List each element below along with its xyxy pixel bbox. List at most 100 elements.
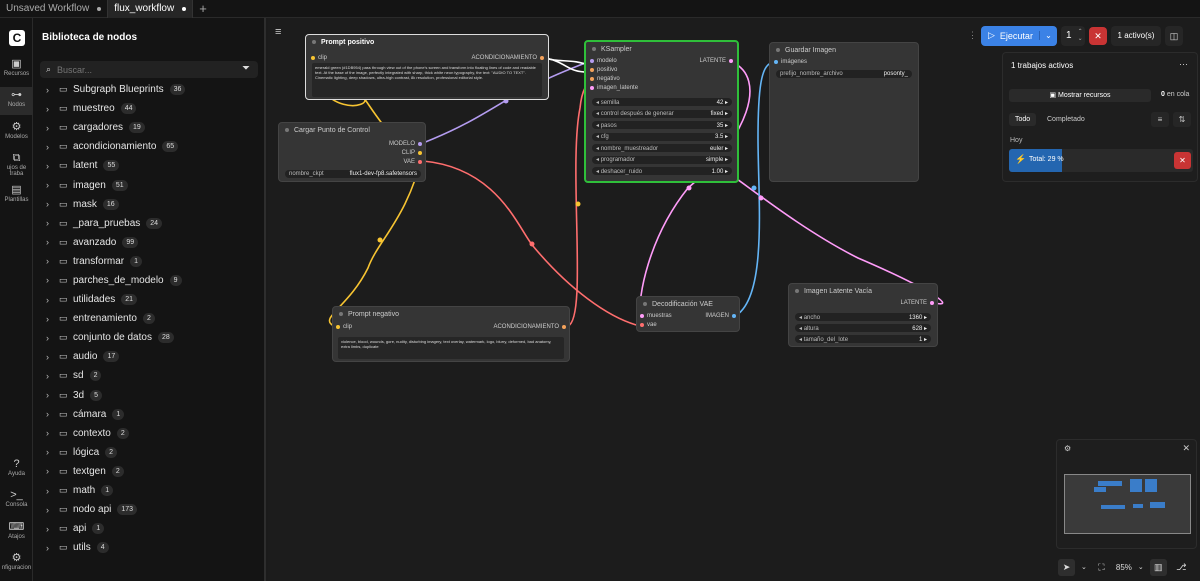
output-latent[interactable]: LATENTE (900, 300, 934, 306)
ksampler-widget[interactable]: ◂ deshacer_ruido 1.00 ▸ (592, 167, 732, 175)
output-vae[interactable]: VAE (403, 159, 422, 165)
ksampler-widget[interactable]: ◂ programador simple ▸ (592, 155, 732, 164)
tree-item[interactable]: › ▭ cámara 1 (33, 405, 266, 424)
sidebar-nodes[interactable]: ⊶ Nodos (0, 87, 33, 115)
tree-item[interactable]: › ▭ mask 16 (33, 195, 266, 214)
more-options-icon[interactable]: ⋯ (1179, 59, 1188, 70)
add-tab-icon[interactable]: + (193, 1, 213, 16)
input-latent-image[interactable]: imagen_latente (590, 85, 638, 91)
filter-list-icon[interactable]: ≡ (1151, 112, 1169, 127)
sidebar-console[interactable]: >_ Consola (0, 489, 33, 508)
tree-item[interactable]: › ▭ api 1 (33, 519, 266, 538)
node-prompt-negativo[interactable]: Prompt negativo clip ACONDICIONAMIENTO v… (332, 306, 570, 362)
node-ksampler[interactable]: KSampler modelo positivo negativo imagen… (584, 40, 739, 183)
tree-item[interactable]: › ▭ lógica 2 (33, 443, 266, 462)
tree-item[interactable]: › ▭ contexto 2 (33, 424, 266, 443)
sidebar-shortcuts[interactable]: ⌨ Atajos (0, 521, 33, 540)
minimap[interactable]: ⚙ ✕ (1056, 439, 1197, 549)
chevron-down-icon[interactable]: ⌄ (1039, 31, 1057, 40)
input-positive[interactable]: positivo (590, 67, 617, 73)
tree-item[interactable]: › ▭ audio 17 (33, 347, 266, 366)
input-negative[interactable]: negativo (590, 76, 620, 82)
zoom-level[interactable]: 85% (1116, 563, 1132, 572)
latent-widget[interactable]: ◂ tamaño_del_lote 1 ▸ (795, 335, 931, 343)
settings-sliders-icon[interactable]: ⚙ (1064, 444, 1071, 453)
output-clip[interactable]: CLIP (402, 150, 422, 156)
ksampler-widget[interactable]: ◂ control después de generar fixed ▸ (592, 109, 732, 118)
node-prompt-positivo[interactable]: Prompt positivo clip ACONDICIONAMIENTO e… (305, 34, 549, 100)
input-images[interactable]: imágenes (774, 59, 807, 65)
tree-item[interactable]: › ▭ utils 4 (33, 538, 266, 557)
node-checkpoint-loader[interactable]: Cargar Punto de Control MODELO CLIP VAE … (278, 122, 426, 182)
prompt-text[interactable]: violence, blood, wounds, gore, nudity, d… (338, 337, 564, 359)
node-save-image[interactable]: Guardar Imagen imágenes prefijo_nombre_a… (769, 42, 919, 182)
batch-count-input[interactable]: 1 ⌃ ⌄ (1061, 25, 1085, 46)
tree-item[interactable]: › ▭ imagen 51 (33, 175, 266, 194)
run-button[interactable]: ▷ Ejecutar ⌄ (981, 25, 1057, 46)
latent-widget[interactable]: ◂ ancho 1360 ▸ (795, 313, 931, 321)
tree-item[interactable]: › ▭ Subgraph Blueprints 36 (33, 80, 266, 99)
drag-handle-icon[interactable]: ⋮ (968, 30, 977, 41)
pointer-icon[interactable]: ➤ (1058, 558, 1075, 576)
tree-item[interactable]: › ▭ parches_de_modelo 9 (33, 271, 266, 290)
toggle-panel-icon[interactable]: ◫ (1165, 25, 1183, 46)
sidebar-settings[interactable]: ⚙ nfiguracion (0, 552, 33, 571)
tree-item[interactable]: › ▭ cargadores 19 (33, 118, 266, 137)
output-conditioning[interactable]: ACONDICIONAMIENTO (471, 55, 544, 61)
output-model[interactable]: MODELO (389, 141, 422, 147)
close-icon[interactable]: ✕ (1182, 443, 1190, 454)
tree-item[interactable]: › ▭ entrenamiento 2 (33, 309, 266, 328)
ksampler-widget[interactable]: ◂ nombre_muestreador euler ▸ (592, 144, 732, 152)
sidebar-resources[interactable]: ▣ Recursos (0, 58, 33, 77)
ckpt-name-widget[interactable]: nombre_ckpt flux1-dev-fp8.safetensors (285, 170, 421, 178)
input-vae[interactable]: vae (640, 322, 657, 328)
chevron-down-icon[interactable]: ⌄ (1138, 563, 1144, 571)
link-visibility-icon[interactable]: ⎇ (1173, 559, 1190, 576)
sidebar-models[interactable]: ⚙ Modelos (0, 121, 33, 140)
search-input[interactable] (57, 64, 228, 75)
sidebar-workflows[interactable]: ⧉ ujos de traba (0, 152, 33, 177)
filter-icon[interactable]: ⏷ (242, 63, 250, 74)
latent-widget[interactable]: ◂ altura 628 ▸ (795, 324, 931, 332)
tree-item[interactable]: › ▭ _para_pruebas 24 (33, 214, 266, 233)
tree-item[interactable]: › ▭ 3d 5 (33, 386, 266, 405)
active-jobs-button[interactable]: 1 activo(s) (1111, 25, 1161, 46)
tree-item[interactable]: › ▭ transformar 1 (33, 252, 266, 271)
tree-item[interactable]: › ▭ utilidades 21 (33, 290, 266, 309)
sidebar-templates[interactable]: ▤ Plantillas (0, 184, 33, 203)
tree-item[interactable]: › ▭ latent 55 (33, 156, 266, 175)
prompt-text[interactable]: emerald green (#1DB954) pass through vie… (312, 63, 542, 97)
ksampler-widget[interactable]: ◂ pasos 35 ▸ (592, 121, 732, 129)
tree-item[interactable]: › ▭ math 1 (33, 481, 266, 500)
tree-item[interactable]: › ▭ nodo api 173 (33, 500, 266, 519)
show-resources-button[interactable]: ▣ Mostrar recursos (1009, 89, 1151, 102)
tree-item[interactable]: › ▭ acondicionamiento 65 (33, 137, 266, 156)
filename-prefix-widget[interactable]: prefijo_nombre_archivo posonty_ (776, 70, 912, 78)
sidebar-help[interactable]: ? Ayuda (0, 458, 33, 477)
map-icon[interactable]: ▥ (1149, 558, 1167, 576)
tab-completed[interactable]: Completado (1041, 113, 1091, 126)
input-samples[interactable]: muestras (640, 313, 672, 319)
tab-all[interactable]: Todo (1009, 113, 1037, 126)
input-model[interactable]: modelo (590, 58, 617, 64)
ksampler-widget[interactable]: ◂ cfg 3.5 ▸ (592, 132, 732, 141)
tree-item[interactable]: › ▭ sd 2 (33, 366, 266, 385)
fit-view-icon[interactable]: ⛶ (1093, 559, 1110, 576)
tree-item[interactable]: › ▭ avanzado 99 (33, 233, 266, 252)
ksampler-widget[interactable]: ◂ semilla 42 ▸ (592, 98, 732, 106)
library-search[interactable]: ⌕ (40, 61, 258, 78)
node-empty-latent[interactable]: Imagen Latente Vacía LATENTE ◂ ancho 1360… (788, 283, 938, 347)
output-image[interactable]: IMAGEN (705, 313, 736, 319)
tree-item[interactable]: › ▭ conjunto de datos 28 (33, 328, 266, 347)
cancel-job-button[interactable]: ✕ (1174, 152, 1191, 169)
node-vae-decode[interactable]: Decodificación VAE muestras vae IMAGEN (636, 296, 740, 332)
input-clip[interactable]: clip (336, 324, 352, 330)
sort-icon[interactable]: ⇅ (1173, 112, 1191, 127)
tree-item[interactable]: › ▭ textgen 2 (33, 462, 266, 481)
stepper-icon[interactable]: ⌃ ⌄ (1078, 29, 1083, 43)
chevron-down-icon[interactable]: ⌄ (1081, 563, 1087, 571)
tab-flux-workflow[interactable]: flux_workflow (107, 0, 194, 18)
output-conditioning[interactable]: ACONDICIONAMIENTO (493, 324, 566, 330)
input-clip[interactable]: clip (311, 55, 327, 61)
cancel-run-button[interactable]: ✕ (1089, 26, 1107, 45)
